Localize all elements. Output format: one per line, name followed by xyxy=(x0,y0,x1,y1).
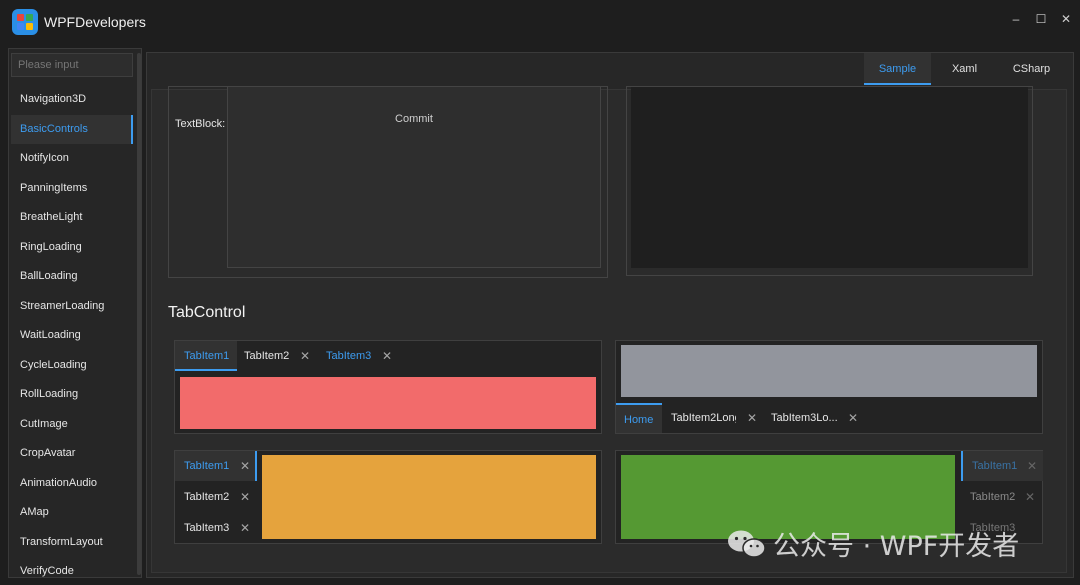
section-title: TabControl xyxy=(168,304,246,321)
sidebar-item-amap[interactable]: AMap xyxy=(11,498,133,528)
tab-left-item2[interactable]: TabItem2 ✕ xyxy=(175,482,257,512)
sidebar-item-cutimage[interactable]: CutImage xyxy=(11,410,133,440)
watermark-text: 公众号 · WPF开发者 xyxy=(773,531,1020,562)
close-icon[interactable]: ✕ xyxy=(747,403,757,433)
wechat-logo-icon xyxy=(728,530,766,558)
tabcontrol-top: TabItem1 TabItem2 ✕ TabItem3 ✕ xyxy=(174,340,602,434)
tab-content-red xyxy=(180,377,596,429)
sidebar-scrollbar[interactable] xyxy=(137,53,141,575)
tab-xaml[interactable]: Xaml xyxy=(931,53,998,85)
tab-sample[interactable]: Sample xyxy=(864,53,931,85)
close-icon[interactable]: ✕ xyxy=(300,341,310,371)
preview-panel xyxy=(626,86,1033,276)
tab-top-item3[interactable]: TabItem3 ✕ xyxy=(319,341,401,371)
tab-top-item1[interactable]: TabItem1 xyxy=(175,341,237,371)
sidebar: Navigation3DBasicControlsNotifyIconPanni… xyxy=(8,48,142,578)
tab-content-orange xyxy=(262,455,596,539)
form-panel: TextBlock: Commit xyxy=(168,86,608,278)
sidebar-item-panningitems[interactable]: PanningItems xyxy=(11,174,133,204)
main-area: Sample Xaml CSharp TextBlock: Commit Tab… xyxy=(146,52,1074,578)
tab-content-gray xyxy=(621,345,1037,397)
sidebar-item-rollloading[interactable]: RollLoading xyxy=(11,380,133,410)
tab-left-item1[interactable]: TabItem1 ✕ xyxy=(175,451,257,481)
title-bar: WPFDevelopers – ☐ ✕ xyxy=(0,0,1080,44)
tab-right-item1[interactable]: TabItem1 ✕ xyxy=(961,451,1043,481)
sidebar-item-basiccontrols[interactable]: BasicControls xyxy=(11,114,133,144)
sidebar-item-cycleloading[interactable]: CycleLoading xyxy=(11,351,133,381)
close-icon[interactable]: ✕ xyxy=(848,403,858,433)
view-tabs: Sample Xaml CSharp xyxy=(864,53,1065,85)
nav-list: Navigation3D BasicControls NotifyIcon Panni… xyxy=(11,85,133,585)
preview-area xyxy=(631,87,1028,268)
close-window-button[interactable]: ✕ xyxy=(1055,10,1077,28)
sidebar-item-animationaudio[interactable]: AnimationAudio xyxy=(11,469,133,499)
sidebar-item-notifyicon[interactable]: NotifyIcon xyxy=(11,144,133,174)
tab-label: TabItem2 xyxy=(970,491,1016,503)
tab-label: TabItem1 xyxy=(184,460,230,472)
sidebar-item-ringloading[interactable]: RingLoading xyxy=(11,233,133,263)
tab-bottom-item2[interactable]: TabItem2Long ✕ xyxy=(664,403,762,433)
sidebar-item-cropavatar[interactable]: CropAvatar xyxy=(11,439,133,469)
close-icon[interactable]: ✕ xyxy=(240,482,250,512)
sidebar-item-transformlayout[interactable]: TransformLayout xyxy=(11,528,133,558)
sidebar-item-breathelight[interactable]: BreatheLight xyxy=(11,203,133,233)
maximize-button[interactable]: ☐ xyxy=(1030,10,1052,28)
tab-label: TabItem1 xyxy=(184,350,230,362)
close-icon[interactable]: ✕ xyxy=(382,341,392,371)
textblock-label: TextBlock: xyxy=(175,118,226,130)
sidebar-item-verifycode[interactable]: VerifyCode xyxy=(11,557,133,585)
tab-bottom-item3[interactable]: TabItem3Lo... ✕ xyxy=(764,403,864,433)
search-input[interactable] xyxy=(11,53,133,77)
tab-right-item2[interactable]: TabItem2 ✕ xyxy=(961,482,1043,512)
tabcontrol-bottom: Home TabItem2Long ✕ TabItem3Lo... ✕ xyxy=(615,340,1043,434)
window-title: WPFDevelopers xyxy=(44,14,146,30)
app-logo-icon xyxy=(12,9,38,35)
tabcontrol-left: TabItem1 ✕ TabItem2 ✕ TabItem3 ✕ xyxy=(174,450,602,544)
close-icon[interactable]: ✕ xyxy=(1025,482,1035,512)
tab-top-item2[interactable]: TabItem2 ✕ xyxy=(237,341,319,371)
tab-label: TabItem2 xyxy=(244,350,290,362)
tab-label: TabItem3 xyxy=(184,522,230,534)
close-icon[interactable]: ✕ xyxy=(240,451,250,481)
tab-label: TabItem3Lo... xyxy=(771,412,838,424)
tab-label: TabItem3 xyxy=(326,350,372,362)
sidebar-item-navigation3d[interactable]: Navigation3D xyxy=(11,85,133,115)
sidebar-item-ballloading[interactable]: BallLoading xyxy=(11,262,133,292)
tab-label: TabItem2 xyxy=(184,491,230,503)
sample-content: TextBlock: Commit TabControl TabItem1 Ta… xyxy=(151,86,1067,573)
tab-bottom-home[interactable]: Home xyxy=(616,403,662,433)
tab-csharp[interactable]: CSharp xyxy=(998,53,1065,85)
tab-label: TabItem2Long xyxy=(671,412,736,424)
tab-label: Home xyxy=(624,414,654,426)
commit-label: Commit xyxy=(395,113,433,125)
sidebar-item-streamerloading[interactable]: StreamerLoading xyxy=(11,292,133,322)
commit-button[interactable]: Commit xyxy=(227,87,601,268)
tab-label: TabItem1 xyxy=(972,460,1018,472)
close-icon[interactable]: ✕ xyxy=(240,513,250,543)
tab-left-item3[interactable]: TabItem3 ✕ xyxy=(175,513,257,543)
close-icon[interactable]: ✕ xyxy=(1027,451,1037,481)
minimize-button[interactable]: – xyxy=(1005,10,1027,28)
sidebar-item-waitloading[interactable]: WaitLoading xyxy=(11,321,133,351)
